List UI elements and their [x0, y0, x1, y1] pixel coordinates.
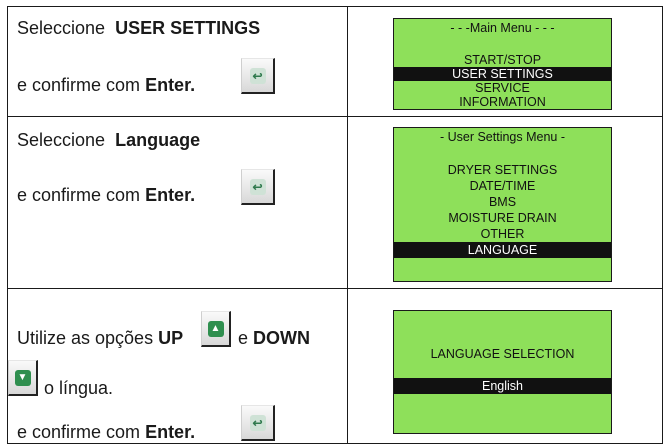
step1-confirm-text: e confirme com Enter.	[17, 74, 195, 96]
step2-confirm-prefix: e confirme com	[17, 185, 141, 205]
column-divider	[347, 7, 348, 443]
step3-use-prefix: Utilize as opções	[17, 328, 154, 348]
step3-down-label: DOWN	[253, 328, 311, 348]
row-divider-1	[8, 116, 662, 117]
main-menu-screen: - - -Main Menu - - - START/STOP USER SET…	[393, 18, 612, 110]
lcd-title: LANGUAGE SELECTION	[430, 347, 575, 361]
enter-arrow-icon: ↩	[249, 178, 266, 195]
enter-arrow-icon: ↩	[249, 67, 266, 84]
arrow-down-icon: ▼	[14, 369, 31, 386]
lcd-menu-item: START/STOP	[463, 53, 542, 67]
step2-select-item: Language	[115, 130, 201, 150]
step3-confirm-prefix: e confirme com	[17, 422, 141, 442]
lcd-title: - - -Main Menu - - -	[450, 21, 555, 35]
up-key-button[interactable]: ▲	[201, 311, 231, 347]
lcd-language-value: English	[394, 378, 611, 394]
enter-key-button[interactable]: ↩	[241, 405, 275, 441]
lcd-menu-item: INFORMATION	[459, 95, 546, 109]
language-selection-screen: LANGUAGE SELECTION English	[393, 310, 612, 434]
arrow-up-icon: ▲	[207, 320, 224, 337]
step3-use-text: Utilize as opções UP	[17, 327, 183, 349]
step2-confirm-text: e confirme com Enter.	[17, 184, 195, 206]
step1-select-prefix: Seleccione	[17, 18, 106, 38]
step3-up-label: UP	[158, 328, 184, 348]
step3-confirm-key: Enter.	[145, 422, 196, 442]
lcd-menu-item: DRYER SETTINGS	[447, 163, 558, 177]
step2-confirm-key: Enter.	[145, 185, 196, 205]
step1-confirm-key: Enter.	[145, 75, 196, 95]
lcd-menu-item: DATE/TIME	[469, 179, 536, 193]
down-key-button[interactable]: ▼	[8, 360, 38, 396]
lcd-menu-item: MOISTURE DRAIN	[448, 211, 557, 225]
step3-confirm-text: e confirme com Enter.	[17, 421, 195, 443]
step2-select-prefix: Seleccione	[17, 130, 106, 150]
lcd-menu-item: OTHER	[480, 227, 525, 241]
instruction-table: Seleccione USER SETTINGS e confirme com …	[7, 6, 663, 444]
step2-select-text: Seleccione Language	[17, 129, 200, 151]
lcd-menu-item: BMS	[488, 195, 517, 209]
step1-select-text: Seleccione USER SETTINGS	[17, 17, 260, 39]
enter-key-button[interactable]: ↩	[241, 58, 275, 94]
step3-down-text: e DOWN	[238, 327, 310, 349]
enter-arrow-icon: ↩	[249, 414, 266, 431]
step3-and-word: e	[238, 328, 249, 348]
lcd-menu-item: SERVICE	[475, 81, 530, 95]
enter-key-button[interactable]: ↩	[241, 169, 275, 205]
step1-confirm-prefix: e confirme com	[17, 75, 141, 95]
user-settings-screen: - User Settings Menu - DRYER SETTINGS DA…	[393, 127, 612, 282]
step3-after-down: o língua.	[44, 378, 114, 398]
step1-select-item: USER SETTINGS	[115, 18, 261, 38]
lcd-title: - User Settings Menu -	[439, 130, 566, 144]
lcd-menu-item-selected: LANGUAGE	[394, 242, 611, 258]
row-divider-2	[8, 288, 662, 289]
lcd-menu-item-selected: USER SETTINGS	[394, 67, 611, 81]
